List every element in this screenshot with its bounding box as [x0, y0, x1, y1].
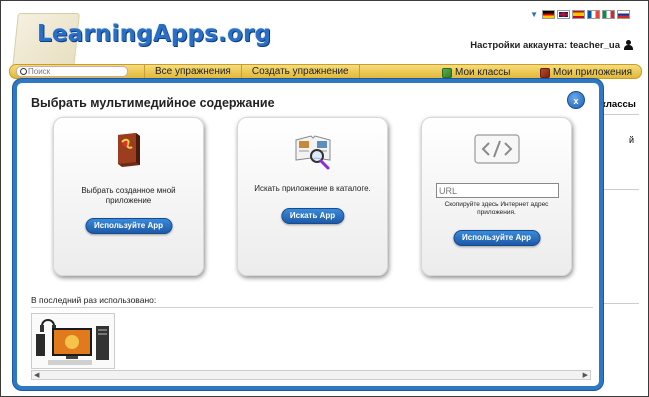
my-apps-card: Выбрать созданное мной приложение Исполь…	[53, 117, 204, 276]
uk-flag-icon[interactable]	[557, 10, 570, 19]
recent-app-thumbnail[interactable]	[31, 313, 115, 369]
main-nav: Все упражнения Создать упражнение Мои кл…	[9, 64, 642, 79]
language-selector[interactable]: ▼	[530, 10, 630, 19]
background-text-fragment: й	[629, 135, 635, 145]
my-apps-icon	[540, 67, 550, 78]
russian-flag-icon[interactable]	[617, 10, 630, 19]
account-label[interactable]: Настройки аккаунта: teacher_ua	[470, 40, 620, 51]
classes-icon	[442, 67, 452, 78]
nav-all-exercises[interactable]: Все упражнения	[144, 64, 242, 79]
url-input[interactable]	[436, 183, 559, 198]
my-apps-card-text: Выбрать созданное мной приложение	[81, 186, 176, 205]
catalog-card-text: Искать приложение в каталоге.	[254, 184, 371, 193]
user-icon[interactable]	[623, 40, 634, 51]
background-divider	[599, 114, 639, 115]
catalog-card: Искать приложение в каталоге. Искать App	[237, 117, 388, 276]
search-app-button[interactable]: Искать App	[280, 208, 345, 224]
dropdown-arrow-icon[interactable]: ▼	[530, 10, 538, 19]
book-icon	[112, 132, 146, 168]
search-box[interactable]	[16, 66, 128, 77]
media-chooser-dialog: Выбрать мультимедийное содержание x Выбр…	[13, 79, 603, 390]
recent-divider	[31, 307, 593, 308]
background-divider	[599, 303, 639, 304]
catalog-search-icon	[293, 132, 333, 170]
use-my-app-button[interactable]: Используйте App	[84, 218, 173, 234]
search-icon	[20, 68, 27, 75]
nav-my-apps[interactable]: Мои приложения	[540, 65, 632, 80]
spanish-flag-icon[interactable]	[572, 10, 585, 19]
scroll-right-arrow-icon[interactable]: ▶	[583, 371, 588, 380]
french-flag-icon[interactable]	[587, 10, 600, 19]
code-icon	[473, 134, 520, 164]
url-card-hint: Скопируйте здесь Интернет адрес приложен…	[444, 201, 549, 216]
logo-text: LearningApps.org	[37, 21, 272, 47]
italian-flag-icon[interactable]	[602, 10, 615, 19]
nav-my-apps-label: Мои приложения	[553, 67, 633, 78]
recent-label: В последний раз использовано:	[31, 295, 157, 305]
horizontal-scrollbar[interactable]: ◀ ▶	[31, 370, 591, 380]
background-classes-heading: классы	[601, 99, 636, 110]
logo[interactable]: LearningApps.org	[12, 7, 271, 69]
page-frame: LearningApps.org ▼ Настройки аккаунта: t…	[0, 0, 649, 397]
nav-my-classes-label: Мои классы	[455, 67, 511, 78]
search-input[interactable]	[28, 66, 124, 77]
german-flag-icon[interactable]	[542, 10, 555, 19]
scroll-left-arrow-icon[interactable]: ◀	[34, 371, 39, 380]
dialog-title: Выбрать мультимедийное содержание	[31, 96, 275, 110]
nav-my-classes[interactable]: Мои классы	[442, 65, 510, 80]
background-divider	[599, 189, 639, 190]
use-url-app-button[interactable]: Используйте App	[452, 230, 541, 246]
account-settings[interactable]: Настройки аккаунта: teacher_ua	[470, 40, 634, 51]
url-card: Скопируйте здесь Интернет адрес приложен…	[421, 117, 572, 276]
close-button[interactable]: x	[567, 91, 585, 109]
nav-create-exercise[interactable]: Создать упражнение	[242, 64, 360, 79]
